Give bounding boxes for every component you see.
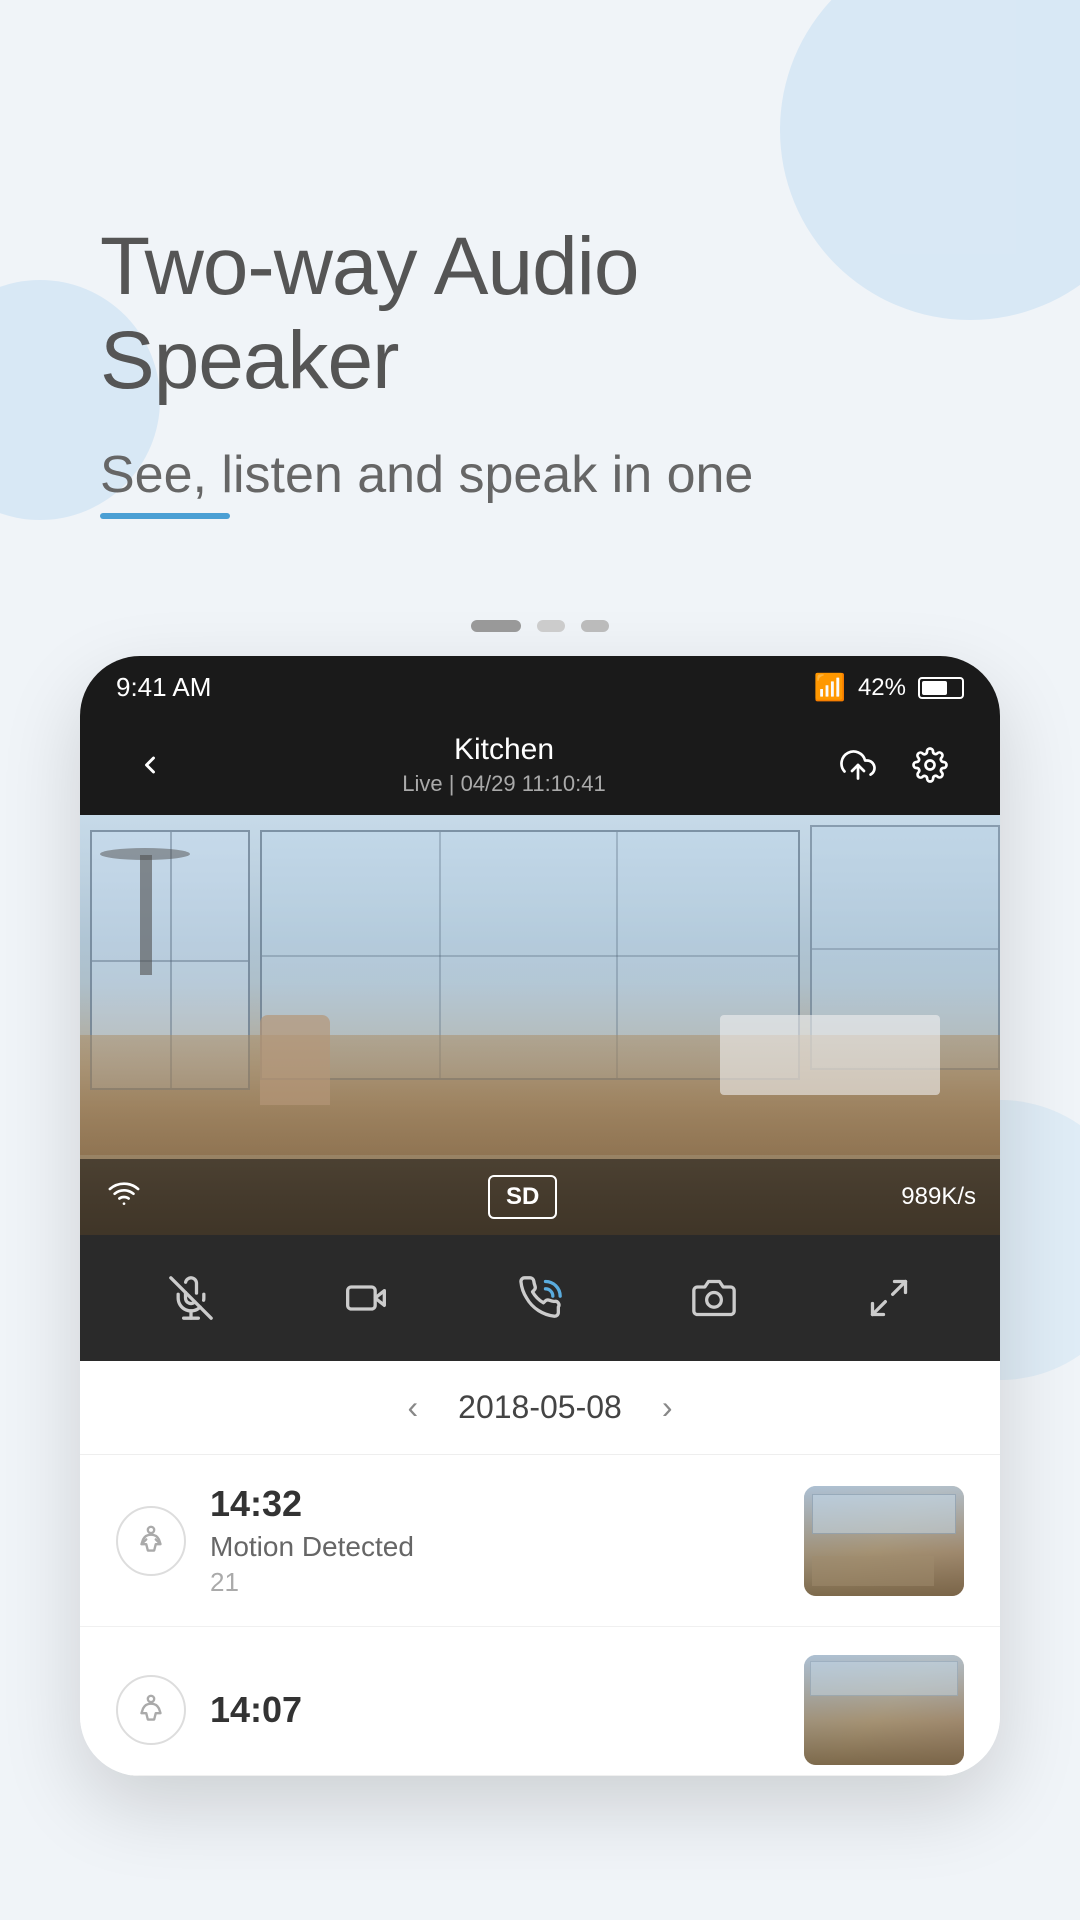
event-icon-wrap-2: [116, 1675, 186, 1745]
event-thumbnail[interactable]: [804, 1486, 964, 1596]
dot-3: [581, 620, 609, 632]
mute-button[interactable]: [156, 1263, 226, 1333]
record-button[interactable]: [331, 1263, 401, 1333]
date-next-button[interactable]: ›: [662, 1389, 673, 1426]
date-nav: ‹ 2018-05-08 ›: [80, 1361, 1000, 1455]
event-time-2: 14:07: [210, 1689, 780, 1731]
event-icon-wrap: [116, 1506, 186, 1576]
cloud-button[interactable]: [832, 739, 884, 791]
event-type: Motion Detected: [210, 1531, 780, 1563]
battery-pct: 42%: [858, 674, 906, 702]
camera-feed: SD 989K/s: [80, 815, 1000, 1235]
event-info: 14:32 Motion Detected 21: [210, 1483, 780, 1598]
battery-fill: [922, 681, 947, 695]
camera-timestamp: 04/29 11:10:41: [461, 771, 606, 796]
settings-button[interactable]: [904, 739, 956, 791]
date-display: 2018-05-08: [458, 1389, 622, 1426]
event-item[interactable]: 14:32 Motion Detected 21: [80, 1455, 1000, 1627]
camera-live-info: Live | 04/29 11:10:41: [402, 771, 605, 797]
hero-section: Two-way AudioSpeaker See, listen and spe…: [100, 220, 1020, 505]
camera-speed: 989K/s: [901, 1183, 976, 1211]
dot-1: [471, 620, 521, 632]
wifi-signal-icon: [104, 1176, 144, 1218]
control-bar: [80, 1235, 1000, 1361]
screenshot-button[interactable]: [679, 1263, 749, 1333]
sd-badge: SD: [488, 1175, 557, 1219]
camera-name: Kitchen: [402, 733, 605, 767]
event-time: 14:32: [210, 1483, 780, 1525]
date-prev-button[interactable]: ‹: [408, 1389, 419, 1426]
live-label: Live: [402, 771, 442, 796]
motion-icon: [132, 1522, 170, 1560]
wifi-icon: 📶: [814, 672, 846, 703]
status-time: 9:41 AM: [116, 672, 211, 703]
hero-title: Two-way AudioSpeaker: [100, 220, 1020, 409]
call-button[interactable]: [505, 1263, 575, 1333]
motion-icon-2: [132, 1691, 170, 1729]
status-right: 📶 42%: [814, 672, 964, 703]
phone-container: 9:41 AM 📶 42% Kitchen Live: [80, 620, 1000, 1776]
dot-2: [537, 620, 565, 632]
battery-icon: [918, 677, 964, 699]
camera-overlay-bottom: SD 989K/s: [80, 1159, 1000, 1235]
event-thumbnail-2[interactable]: [804, 1655, 964, 1765]
event-item-2[interactable]: 14:07: [80, 1627, 1000, 1776]
live-separator: |: [449, 771, 461, 796]
back-button[interactable]: [124, 739, 176, 791]
event-info-2: 14:07: [210, 1689, 780, 1731]
fullscreen-button[interactable]: [854, 1263, 924, 1333]
events-list: 14:32 Motion Detected 21: [80, 1455, 1000, 1776]
status-bar: 9:41 AM 📶 42%: [80, 656, 1000, 715]
hero-subtitle: See, listen and speak in one: [100, 445, 753, 505]
event-count: 21: [210, 1567, 780, 1598]
camera-title: Kitchen Live | 04/29 11:10:41: [402, 733, 605, 797]
pagination: [80, 620, 1000, 632]
phone-frame: 9:41 AM 📶 42% Kitchen Live: [80, 656, 1000, 1776]
camera-toolbar: Kitchen Live | 04/29 11:10:41: [80, 715, 1000, 815]
